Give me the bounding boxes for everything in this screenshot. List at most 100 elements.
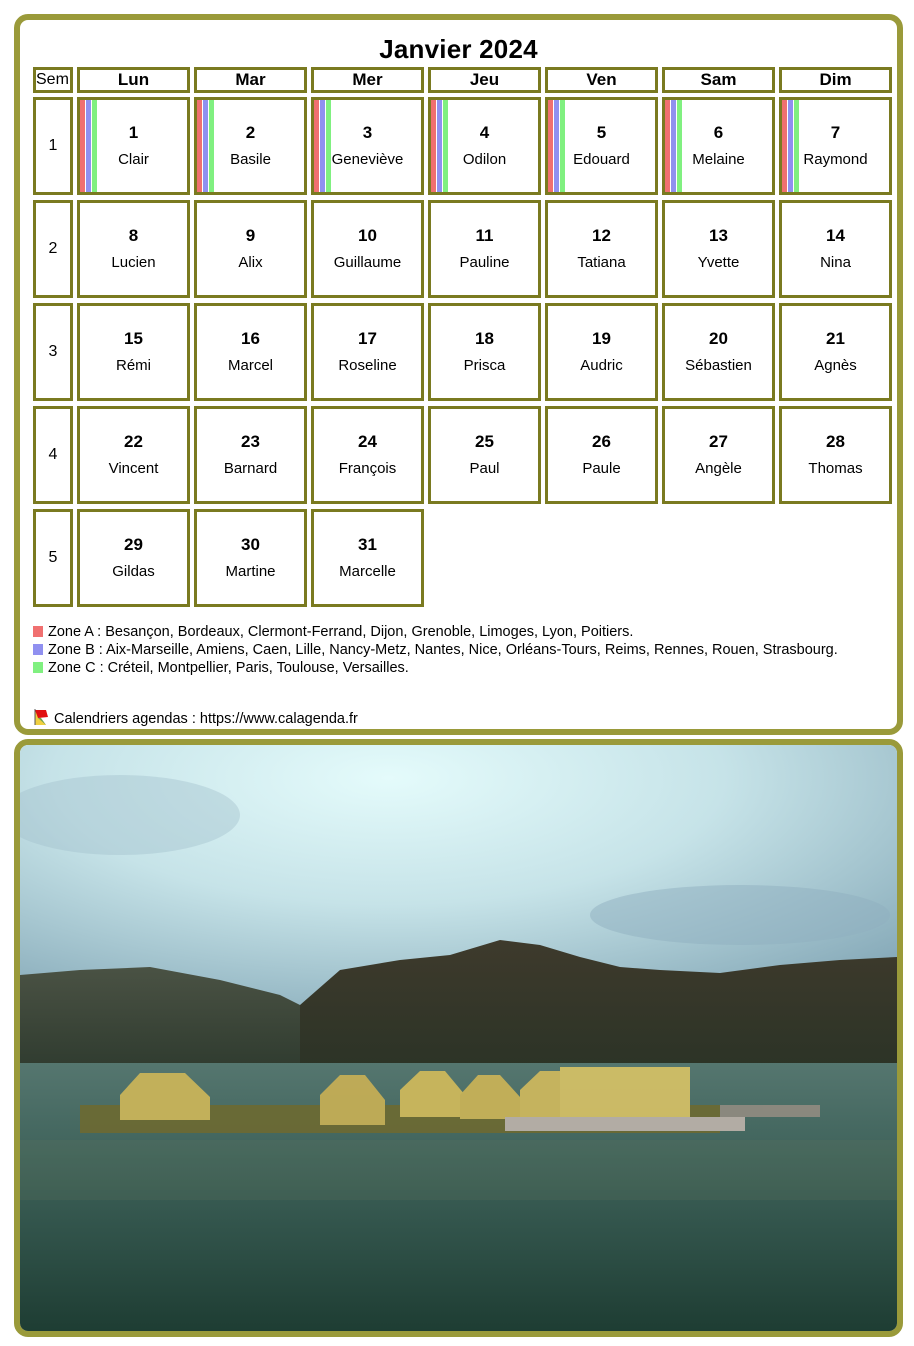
day-cell[interactable]: 30 Martine (194, 509, 307, 607)
weekday-header-jeu: Jeu (428, 67, 541, 93)
legend-zone-c: Zone C : Créteil, Montpellier, Paris, To… (33, 659, 857, 677)
day-cell[interactable]: 7 Raymond (779, 97, 892, 195)
day-cell[interactable]: 28 Thomas (779, 406, 892, 504)
weekday-label: Ven (586, 70, 617, 89)
school-holiday-bars (197, 100, 216, 192)
saint-name: Lucien (111, 254, 156, 271)
holiday-bar-zone-a (548, 100, 553, 192)
saint-name: Basile (230, 151, 271, 168)
holiday-bar-zone-c (677, 100, 682, 192)
week-number: 5 (48, 549, 58, 566)
day-number: 14 (826, 226, 845, 245)
saint-name: Sébastien (685, 357, 752, 374)
week-number-cell: 2 (33, 200, 73, 298)
saint-name: Paul (469, 460, 500, 477)
school-holiday-bars (665, 100, 684, 192)
day-cell[interactable]: 14 Nina (779, 200, 892, 298)
zone-c-swatch-icon (33, 662, 43, 673)
calendar-title: Janvier 2024 (379, 34, 538, 64)
saint-name: Odilon (462, 151, 507, 168)
zone-a-swatch-icon (33, 626, 43, 637)
day-number: 20 (709, 329, 728, 348)
day-number: 27 (709, 432, 728, 451)
weekday-label: Mer (352, 70, 383, 89)
day-cell[interactable]: 27 Angèle (662, 406, 775, 504)
day-cell[interactable]: 29 Gildas (77, 509, 190, 607)
day-cell[interactable]: 11 Pauline (428, 200, 541, 298)
day-cell[interactable]: 23 Barnard (194, 406, 307, 504)
day-number: 28 (826, 432, 845, 451)
day-number: 17 (358, 329, 377, 348)
holiday-bar-zone-a (431, 100, 436, 192)
day-cell[interactable]: 13 Yvette (662, 200, 775, 298)
day-cell[interactable]: 4 Odilon (428, 97, 541, 195)
holiday-bar-zone-a (314, 100, 319, 192)
saint-name: Nina (820, 254, 851, 271)
day-cell[interactable]: 1 Clair (77, 97, 190, 195)
day-cell[interactable]: 12 Tatiana (545, 200, 658, 298)
zone-b-swatch-icon (33, 644, 43, 655)
day-number: 1 (128, 123, 139, 142)
day-number: 15 (124, 329, 143, 348)
day-cell[interactable]: 26 Paule (545, 406, 658, 504)
legend-zone-a: Zone A : Besançon, Bordeaux, Clermont-Fe… (33, 623, 857, 641)
school-holiday-bars (80, 100, 99, 192)
school-holiday-bars (431, 100, 450, 192)
saint-name: Geneviève (331, 151, 404, 168)
holiday-bar-zone-b (203, 100, 208, 192)
saint-name: Marcelle (339, 563, 396, 580)
day-number: 18 (475, 329, 494, 348)
day-number: 2 (245, 123, 256, 142)
week-number-cell: 5 (33, 509, 73, 607)
day-cell[interactable]: 2 Basile (194, 97, 307, 195)
legend-text: Zone B : Aix-Marseille, Amiens, Caen, Li… (48, 642, 838, 658)
saint-name: Barnard (223, 460, 278, 477)
weekday-header-dim: Dim (779, 67, 892, 93)
day-number: 31 (358, 535, 377, 554)
day-cell[interactable]: 10 Guillaume (311, 200, 424, 298)
day-number: 12 (592, 226, 611, 245)
saint-name: Raymond (803, 151, 868, 168)
credit-line[interactable]: Calendriers agendas : https://www.calage… (33, 708, 358, 727)
day-cell[interactable]: 21 Agnès (779, 303, 892, 401)
week-number: 1 (48, 137, 58, 154)
day-cell[interactable]: 19 Audric (545, 303, 658, 401)
day-cell[interactable]: 31 Marcelle (311, 509, 424, 607)
day-cell[interactable]: 6 Melaine (662, 97, 775, 195)
weekday-header-mar: Mar (194, 67, 307, 93)
day-cell[interactable]: 9 Alix (194, 200, 307, 298)
day-cell[interactable]: 22 Vincent (77, 406, 190, 504)
day-cell[interactable]: 25 Paul (428, 406, 541, 504)
credit-text[interactable]: Calendriers agendas : https://www.calage… (54, 711, 358, 727)
weekday-label: Dim (819, 70, 852, 89)
day-cell[interactable]: 24 François (311, 406, 424, 504)
legend-zone-b: Zone B : Aix-Marseille, Amiens, Caen, Li… (33, 641, 857, 659)
day-cell[interactable]: 5 Edouard (545, 97, 658, 195)
saint-name: François (338, 460, 397, 477)
day-cell[interactable]: 3 Geneviève (311, 97, 424, 195)
day-cell[interactable]: 18 Prisca (428, 303, 541, 401)
week-number: 2 (48, 240, 58, 257)
week-column-header-label: Sem (36, 71, 69, 88)
day-cell[interactable]: 17 Roseline (311, 303, 424, 401)
day-cell[interactable]: 16 Marcel (194, 303, 307, 401)
saint-name: Alix (238, 254, 263, 271)
day-cell[interactable]: 15 Rémi (77, 303, 190, 401)
holiday-bar-zone-a (80, 100, 85, 192)
holiday-bar-zone-c (560, 100, 565, 192)
saint-name: Marcel (227, 357, 273, 374)
saint-name: Clair (118, 151, 149, 168)
day-number: 19 (592, 329, 611, 348)
holiday-bar-zone-c (92, 100, 97, 192)
holiday-bar-zone-a (197, 100, 202, 192)
day-number: 23 (241, 432, 260, 451)
saint-name: Angèle (695, 460, 742, 477)
saint-name: Tatiana (577, 254, 626, 271)
day-number: 5 (596, 123, 607, 142)
weekday-label: Mar (235, 70, 266, 89)
day-number: 10 (358, 226, 377, 245)
day-cell[interactable]: 20 Sébastien (662, 303, 775, 401)
holiday-bar-zone-b (86, 100, 91, 192)
holiday-bar-zone-b (320, 100, 325, 192)
day-cell[interactable]: 8 Lucien (77, 200, 190, 298)
